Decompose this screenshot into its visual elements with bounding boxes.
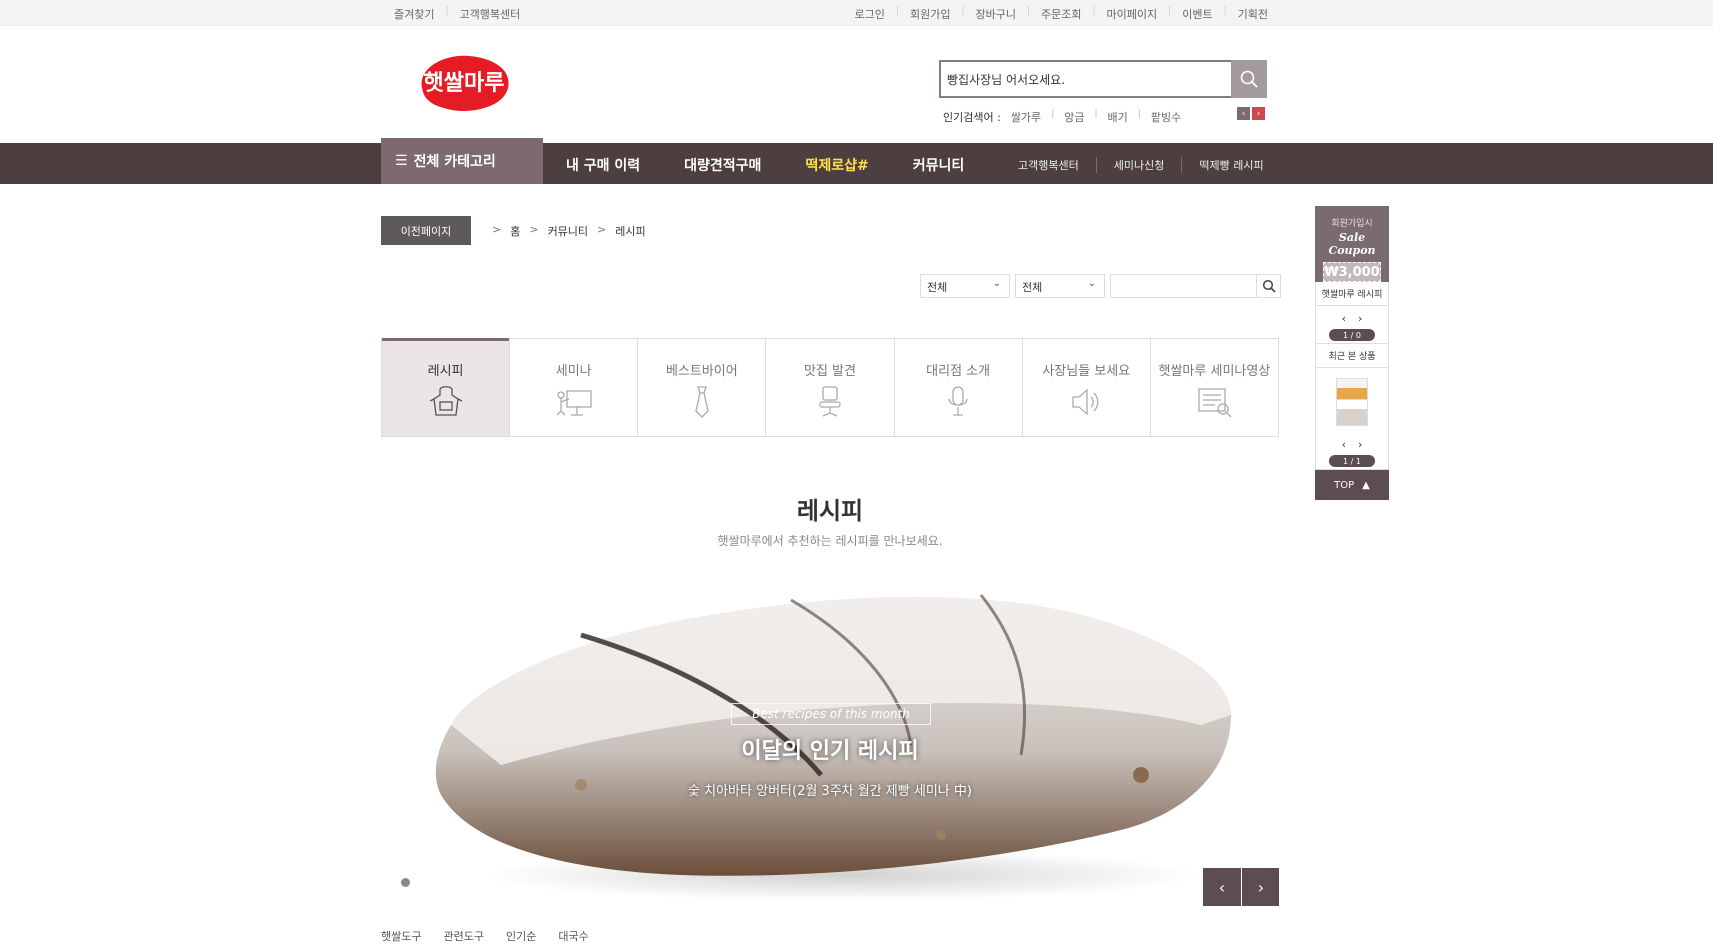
all-category-button[interactable]: ☰ 전체 카테고리 bbox=[381, 138, 543, 184]
search-box: 빵집사장님 어서오세요. bbox=[939, 60, 1267, 98]
main-nav: ☰ 전체 카테고리 내 구매 이력 대량견적구매 떡제로샵# 커뮤니티 고객행복… bbox=[0, 138, 1713, 184]
field-select[interactable]: 전체 ⌄ bbox=[1015, 274, 1105, 298]
popular-keyword[interactable]: 팥빙수 bbox=[1151, 109, 1181, 125]
nav-bulk-quote[interactable]: 대량견적구매 bbox=[684, 155, 761, 175]
banner-kicker: Best recipes of this month bbox=[731, 703, 931, 725]
tag[interactable]: 관련도구 bbox=[443, 928, 483, 944]
tab-recipe[interactable]: 레시피 bbox=[382, 338, 510, 436]
tag[interactable]: 인기순 bbox=[506, 928, 536, 944]
quick-menu: 회원가입시 Sale Coupon ₩3,000 햇쌀마루 레시피 ‹› 1 /… bbox=[1315, 206, 1389, 500]
banner-title: 이달의 인기 레시피 bbox=[741, 739, 919, 764]
special-link[interactable]: 기획전 bbox=[1238, 6, 1268, 22]
community-tabs: 레시피 세미나 베스트바이어 맛집 발견 대리점 소개 사장님들 보세요 햇쌀마… bbox=[381, 338, 1279, 437]
apron-icon bbox=[429, 386, 462, 416]
page-title: 레시피 bbox=[796, 497, 864, 525]
site-logo[interactable]: 햇쌀마루 bbox=[414, 48, 514, 114]
signup-coupon[interactable]: 회원가입시 Sale Coupon ₩3,000 bbox=[1315, 206, 1389, 282]
search-icon bbox=[1240, 70, 1258, 88]
search-button[interactable] bbox=[1231, 60, 1267, 98]
breadcrumb-community[interactable]: 커뮤니티 bbox=[548, 223, 588, 239]
top-utility-bar: 즐겨찾기 | 고객행복센터 로그인 | 회원가입 | 장바구니 | 주문조회 |… bbox=[0, 0, 1713, 26]
banner-next-button[interactable]: › bbox=[1242, 868, 1279, 906]
event-link[interactable]: 이벤트 bbox=[1182, 6, 1212, 22]
breadcrumb-recipe: 레시피 bbox=[615, 225, 646, 238]
header: 햇쌀마루 빵집사장님 어서오세요. 인기검색어 : 쌀가루 | 앙금 | 배기 … bbox=[0, 26, 1713, 143]
prev-page-button[interactable]: 이전페이지 bbox=[381, 216, 471, 245]
chevron-left-icon[interactable]: ‹ bbox=[1342, 312, 1358, 325]
slide-indicator[interactable] bbox=[401, 878, 410, 887]
signup-link[interactable]: 회원가입 bbox=[910, 6, 950, 22]
svg-text:햇쌀마루: 햇쌀마루 bbox=[424, 71, 505, 96]
tag[interactable]: 햇쌀도구 bbox=[381, 928, 421, 944]
nav-purchase-history[interactable]: 내 구매 이력 bbox=[566, 155, 640, 175]
recent-page-indicator: 1 / 1 bbox=[1329, 455, 1375, 467]
divider: | bbox=[445, 6, 449, 16]
cart-link[interactable]: 장바구니 bbox=[975, 6, 1015, 22]
tab-owners[interactable]: 사장님들 보세요 bbox=[1021, 338, 1150, 436]
recipe-banner[interactable]: Best recipes of this month 이달의 인기 레시피 숯 … bbox=[381, 575, 1279, 908]
popular-keyword[interactable]: 쌀가루 bbox=[1011, 109, 1041, 125]
customer-center-link[interactable]: 고객행복센터 bbox=[460, 6, 521, 22]
nav-seminar-apply[interactable]: 세미나신청 bbox=[1095, 157, 1182, 173]
board-search-button[interactable] bbox=[1257, 274, 1281, 298]
bottom-tags: 햇쌀도구 관련도구 인기순 대국수 bbox=[381, 928, 611, 944]
nav-customer-center[interactable]: 고객행복센터 bbox=[1018, 157, 1096, 173]
banner-description: 숯 치아바타 앙버터(2월 3주차 월간 제빵 세미나 中) bbox=[688, 784, 972, 799]
recent-products: 최근 본 상품 ‹› 1 / 1 bbox=[1315, 344, 1389, 470]
presentation-icon bbox=[556, 390, 592, 416]
recent-product-thumb[interactable] bbox=[1336, 378, 1368, 426]
microphone-icon bbox=[948, 386, 968, 416]
popular-label: 인기검색어 : bbox=[943, 111, 1001, 124]
tab-seminar-video[interactable]: 햇쌀마루 세미나영상 bbox=[1149, 338, 1278, 436]
login-link[interactable]: 로그인 bbox=[855, 6, 885, 22]
chevron-left-icon[interactable]: ‹ bbox=[1237, 107, 1250, 120]
bookmark-link[interactable]: 즐겨찾기 bbox=[394, 6, 434, 22]
recipe-page-indicator: 1 / 0 bbox=[1329, 329, 1375, 341]
tab-seminar[interactable]: 세미나 bbox=[509, 338, 638, 436]
banner-prev-button[interactable]: ‹ bbox=[1203, 868, 1241, 906]
popular-keyword[interactable]: 배기 bbox=[1108, 109, 1128, 125]
chevron-left-icon[interactable]: ‹ bbox=[1342, 438, 1358, 451]
order-lookup-link[interactable]: 주문조회 bbox=[1041, 6, 1081, 22]
popular-arrows: ‹ › bbox=[1237, 107, 1265, 120]
coupon-amount: ₩3,000 bbox=[1323, 262, 1381, 282]
chevron-left-icon: ‹ bbox=[1218, 877, 1226, 897]
search-icon bbox=[1262, 279, 1276, 293]
chevron-right-icon: › bbox=[1257, 877, 1265, 897]
tie-icon bbox=[695, 386, 709, 418]
speaker-icon bbox=[1072, 388, 1099, 416]
chevron-right-icon[interactable]: › bbox=[1252, 107, 1265, 120]
menu-icon: ☰ bbox=[395, 153, 408, 169]
caret-up-icon: ▲ bbox=[1362, 479, 1370, 491]
tab-restaurant[interactable]: 맛집 발견 bbox=[765, 338, 894, 436]
chevron-right-icon[interactable]: › bbox=[1358, 438, 1374, 451]
all-category-label: 전체 카테고리 bbox=[413, 154, 496, 170]
nav-community[interactable]: 커뮤니티 bbox=[913, 155, 965, 175]
breadcrumb-home[interactable]: 홈 bbox=[510, 223, 520, 239]
tab-agency[interactable]: 대리점 소개 bbox=[893, 338, 1022, 436]
board-filter: 전체 ⌄ 전체 ⌄ bbox=[920, 274, 1281, 298]
page-subtitle: 햇쌀마루에서 추천하는 레시피를 만나보세요. bbox=[717, 534, 943, 548]
search-input[interactable]: 빵집사장님 어서오세요. bbox=[947, 71, 1065, 88]
tab-best-buyer[interactable]: 베스트바이어 bbox=[637, 338, 766, 436]
chevron-down-icon: ⌄ bbox=[1087, 278, 1096, 289]
chair-icon bbox=[819, 386, 841, 417]
chevron-right-icon[interactable]: › bbox=[1358, 312, 1374, 325]
tag[interactable]: 대국수 bbox=[558, 928, 588, 944]
board-search-input[interactable] bbox=[1110, 274, 1257, 298]
nav-recipe[interactable]: 떡제빵 레시피 bbox=[1181, 157, 1280, 173]
mypage-link[interactable]: 마이페이지 bbox=[1107, 6, 1158, 22]
popular-keyword[interactable]: 앙금 bbox=[1064, 109, 1084, 125]
popular-keywords: 인기검색어 : 쌀가루 | 앙금 | 배기 | 팥빙수 bbox=[943, 109, 1182, 125]
category-select[interactable]: 전체 ⌄ bbox=[920, 274, 1010, 298]
chevron-down-icon: ⌄ bbox=[992, 278, 1001, 289]
nav-tteok-shop[interactable]: 떡제로샵# bbox=[805, 155, 868, 175]
scroll-top-button[interactable]: TOP ▲ bbox=[1315, 470, 1389, 500]
video-document-icon bbox=[1198, 388, 1232, 418]
quick-recipe: 햇쌀마루 레시피 ‹› 1 / 0 bbox=[1315, 282, 1389, 344]
